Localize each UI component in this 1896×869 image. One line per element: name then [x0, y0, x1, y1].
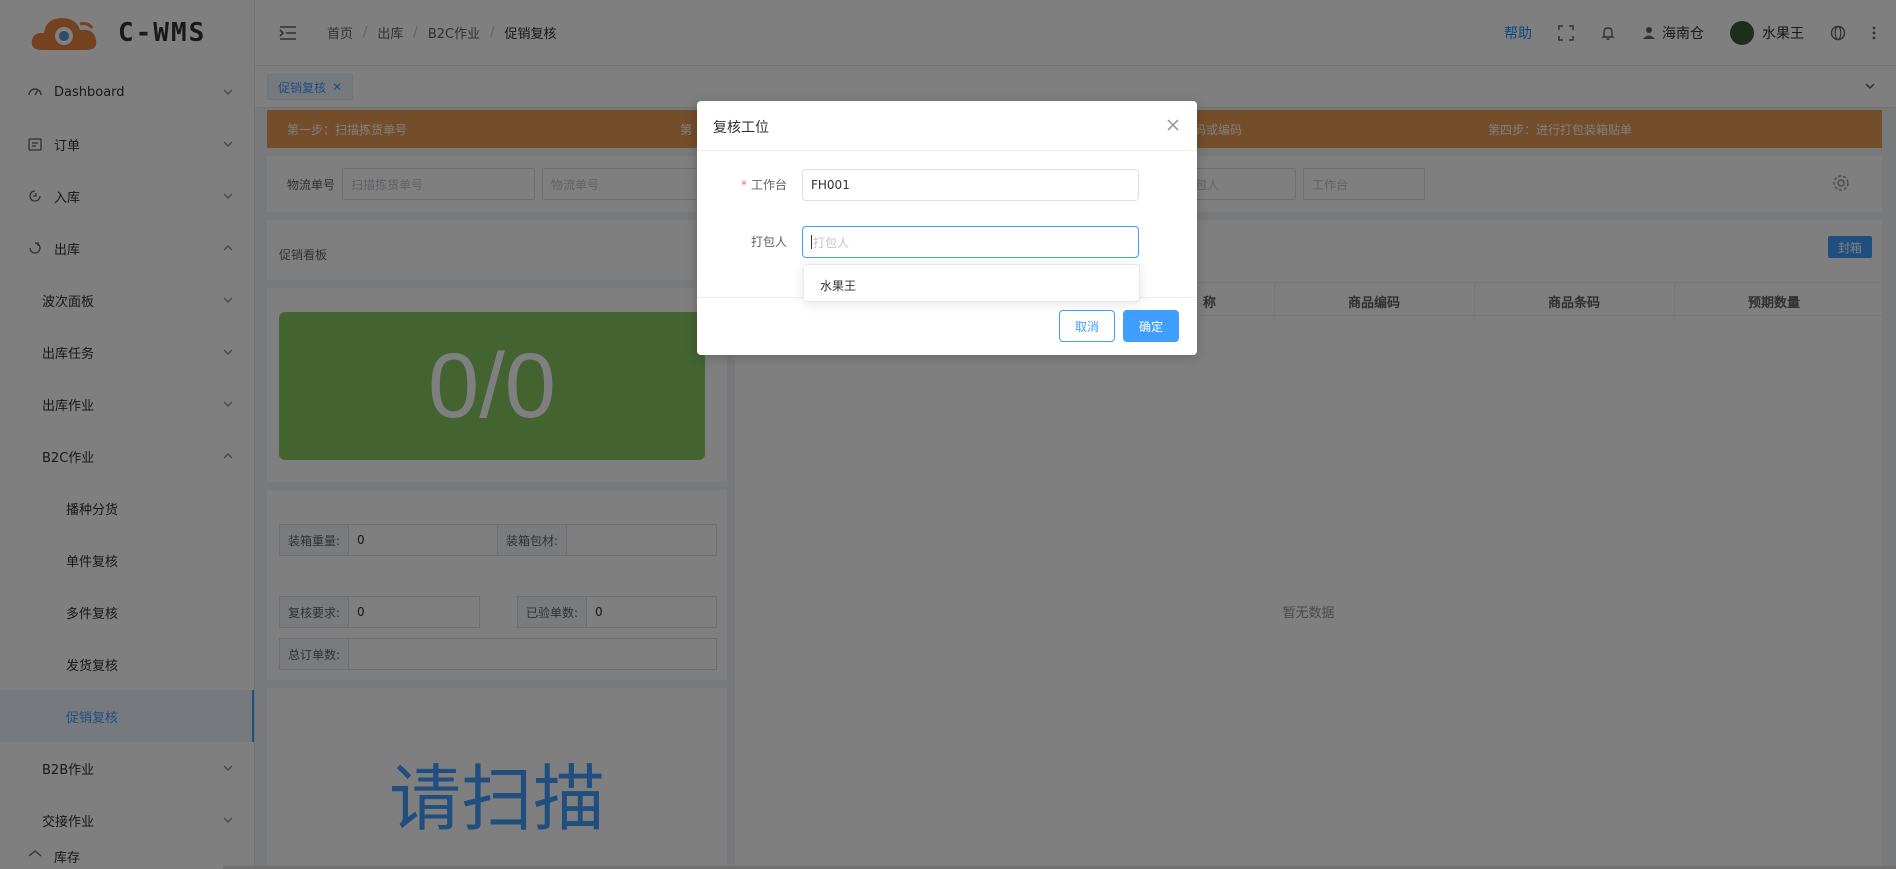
dialog-title: 复核工位 — [713, 120, 769, 136]
dropdown-option[interactable]: 水果王 — [820, 277, 856, 294]
packer-dropdown: 水果王 — [803, 264, 1140, 302]
packer-field[interactable]: 打包人 — [802, 226, 1139, 258]
workstation-label: * 工作台 — [740, 178, 787, 192]
dialog-header: 复核工位 — [697, 101, 1197, 151]
confirm-button[interactable]: 确定 — [1123, 310, 1179, 342]
packer-placeholder: 打包人 — [813, 235, 850, 250]
required-marker: * — [740, 178, 747, 192]
cancel-button[interactable]: 取消 — [1059, 310, 1115, 342]
review-station-dialog: 复核工位 * 工作台 FH001 打包人 打包人 取消 确定 — [697, 101, 1197, 355]
close-icon[interactable] — [1165, 117, 1181, 133]
workstation-field[interactable]: FH001 — [802, 169, 1139, 201]
packer-label: 打包人 — [750, 235, 787, 249]
